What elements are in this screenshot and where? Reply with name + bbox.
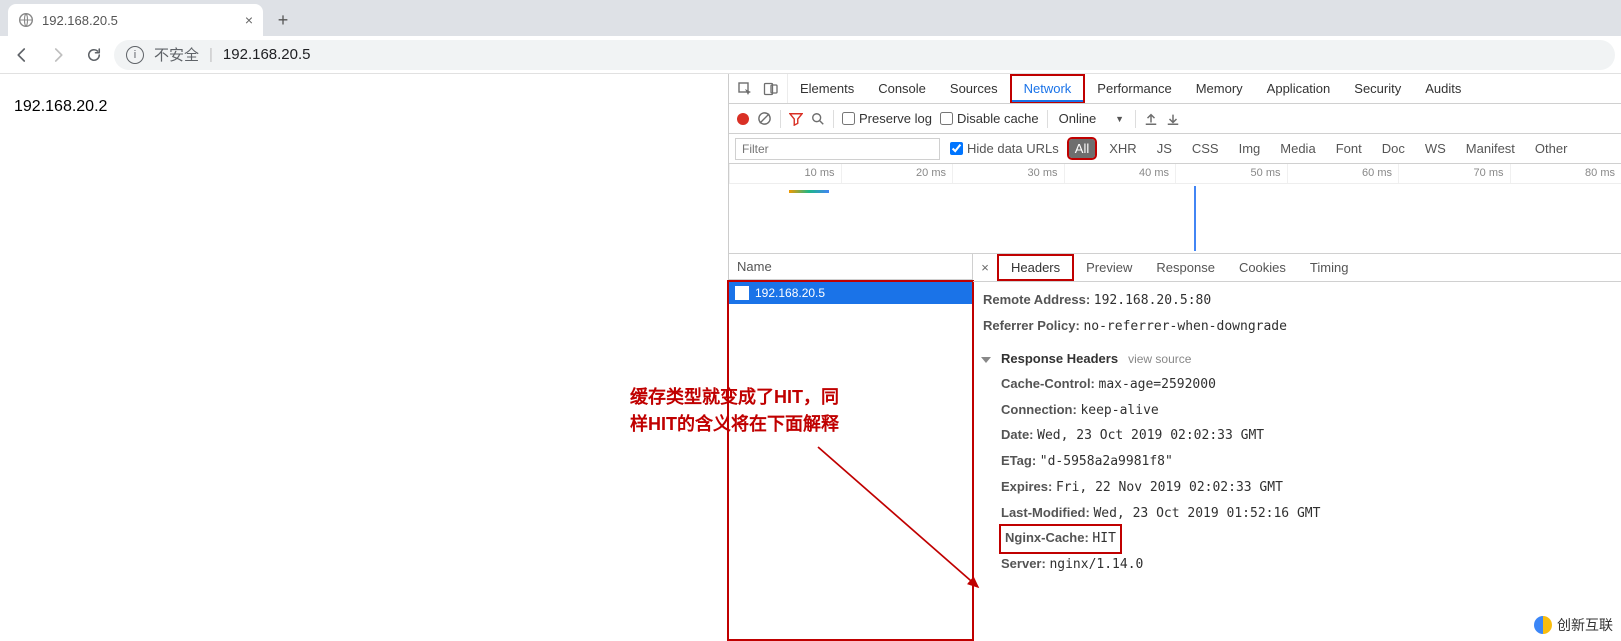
filter-pill-img[interactable]: Img [1233, 139, 1267, 158]
filter-pill-xhr[interactable]: XHR [1103, 139, 1142, 158]
close-icon[interactable]: × [245, 12, 253, 28]
load-marker [1194, 186, 1196, 251]
new-tab-button[interactable]: + [269, 6, 297, 34]
response-header-row: Cache-Control: max-age=2592000 [1001, 372, 1611, 398]
browser-tab[interactable]: 192.168.20.5 × [8, 4, 263, 36]
devtools-tab-application[interactable]: Application [1255, 74, 1343, 103]
column-header-name[interactable]: Name [729, 254, 972, 280]
filter-pill-media[interactable]: Media [1274, 139, 1321, 158]
reload-button[interactable] [78, 39, 110, 71]
view-source-link[interactable]: view source [1128, 348, 1191, 371]
response-header-row: Server: nginx/1.14.0 [1001, 552, 1611, 578]
annotation-arrow-icon [810, 439, 1000, 599]
annotation-text: 缓存类型就变成了HIT，同 样HIT的含义将在下面解释 [630, 384, 930, 438]
search-icon[interactable] [811, 112, 825, 126]
timeline-tick: 10 ms [729, 164, 841, 183]
devtools-tab-sources[interactable]: Sources [938, 74, 1010, 103]
response-header-row: Last-Modified: Wed, 23 Oct 2019 01:52:16… [1001, 501, 1611, 527]
watermark: 创新互联 [1529, 613, 1617, 637]
detail-tab-timing[interactable]: Timing [1298, 254, 1361, 281]
response-headers-section[interactable]: Response Headers view source [983, 347, 1611, 372]
chevron-down-icon: ▼ [1115, 114, 1124, 124]
close-detail-button[interactable]: × [973, 254, 997, 281]
page-content: 192.168.20.2 [0, 74, 728, 641]
disable-cache-checkbox[interactable]: Disable cache [940, 111, 1039, 126]
record-button[interactable] [737, 113, 749, 125]
clear-button[interactable] [757, 111, 772, 126]
detail-tab-cookies[interactable]: Cookies [1227, 254, 1298, 281]
device-toggle-icon[interactable] [763, 81, 779, 97]
detail-tab-headers[interactable]: Headers [997, 254, 1074, 281]
download-har-icon[interactable] [1166, 112, 1180, 126]
timeline-tick: 40 ms [1064, 164, 1176, 183]
response-header-row: Date: Wed, 23 Oct 2019 02:02:33 GMT [1001, 423, 1611, 449]
devtools-tab-audits[interactable]: Audits [1413, 74, 1473, 103]
security-label: 不安全 [154, 44, 199, 65]
triangle-down-icon [981, 357, 991, 363]
document-icon [735, 286, 749, 300]
network-filter-bar: Hide data URLs All XHR JS CSS Img Media Font Do… [729, 134, 1621, 164]
devtools-tab-security[interactable]: Security [1342, 74, 1413, 103]
network-toolbar: Preserve log Disable cache Online ▼ [729, 104, 1621, 134]
filter-pill-ws[interactable]: WS [1419, 139, 1452, 158]
inspect-element-icon[interactable] [737, 81, 753, 97]
preserve-log-checkbox[interactable]: Preserve log [842, 111, 932, 126]
filter-pill-font[interactable]: Font [1330, 139, 1368, 158]
timeline-tick: 70 ms [1398, 164, 1510, 183]
forward-button[interactable] [42, 39, 74, 71]
back-button[interactable] [6, 39, 38, 71]
globe-icon [18, 12, 34, 28]
devtools-tabbar: ElementsConsoleSourcesNetworkPerformance… [729, 74, 1621, 104]
response-header-row: Nginx-Cache: HIT [1001, 526, 1611, 552]
devtools-tab-elements[interactable]: Elements [788, 74, 866, 103]
filter-pill-css[interactable]: CSS [1186, 139, 1225, 158]
detail-tab-response[interactable]: Response [1144, 254, 1227, 281]
filter-pill-doc[interactable]: Doc [1376, 139, 1411, 158]
devtools-tab-performance[interactable]: Performance [1085, 74, 1183, 103]
request-bar [789, 190, 829, 193]
timeline-tick: 50 ms [1175, 164, 1287, 183]
filter-pill-js[interactable]: JS [1151, 139, 1178, 158]
timeline-tick: 60 ms [1287, 164, 1399, 183]
detail-tabs: × HeadersPreviewResponseCookiesTiming [973, 254, 1621, 282]
page-body-text: 192.168.20.2 [14, 98, 107, 115]
omnibox[interactable]: i 不安全 | 192.168.20.5 [114, 40, 1615, 70]
timeline-tick: 20 ms [841, 164, 953, 183]
filter-pill-all[interactable]: All [1069, 139, 1095, 158]
devtools-tab-network[interactable]: Network [1010, 74, 1086, 103]
filter-pill-other[interactable]: Other [1529, 139, 1574, 158]
filter-pill-manifest[interactable]: Manifest [1460, 139, 1521, 158]
network-timeline[interactable]: 10 ms20 ms30 ms40 ms50 ms60 ms70 ms80 ms [729, 164, 1621, 254]
devtools-tab-console[interactable]: Console [866, 74, 938, 103]
tab-title: 192.168.20.5 [42, 13, 237, 28]
timeline-tick: 80 ms [1510, 164, 1621, 183]
hide-data-urls-checkbox[interactable]: Hide data URLs [950, 141, 1059, 156]
response-header-row: Connection: keep-alive [1001, 398, 1611, 424]
watermark-icon [1533, 615, 1553, 635]
omnibox-url: 192.168.20.5 [223, 46, 311, 63]
detail-tab-preview[interactable]: Preview [1074, 254, 1144, 281]
devtools-tab-memory[interactable]: Memory [1184, 74, 1255, 103]
response-header-row: Expires: Fri, 22 Nov 2019 02:02:33 GMT [1001, 475, 1611, 501]
upload-har-icon[interactable] [1144, 112, 1158, 126]
address-bar: i 不安全 | 192.168.20.5 [0, 36, 1621, 74]
response-header-row: ETag: "d-5958a2a9981f8" [1001, 449, 1611, 475]
throttling-select[interactable]: Online ▼ [1056, 110, 1127, 127]
info-icon: i [126, 46, 144, 64]
filter-icon[interactable] [789, 112, 803, 126]
request-name: 192.168.20.5 [755, 286, 825, 300]
browser-tab-strip: 192.168.20.5 × + [0, 0, 1621, 36]
filter-input[interactable] [735, 138, 940, 160]
request-detail: × HeadersPreviewResponseCookiesTiming Re… [973, 254, 1621, 641]
request-row[interactable]: 192.168.20.5 [729, 282, 972, 304]
timeline-tick: 30 ms [952, 164, 1064, 183]
